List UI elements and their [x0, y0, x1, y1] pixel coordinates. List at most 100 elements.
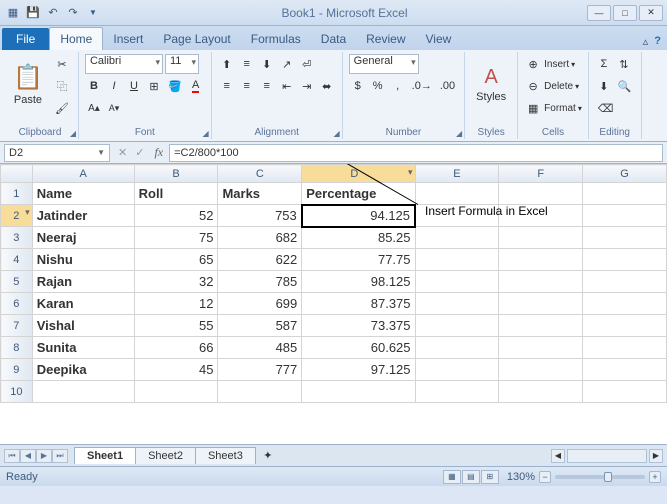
currency-button[interactable]: $	[349, 76, 367, 96]
col-header-B[interactable]: B	[134, 165, 218, 183]
fill-button[interactable]: ⬇	[595, 76, 613, 96]
cell-E4[interactable]	[415, 249, 499, 271]
increase-indent-button[interactable]: ⇥	[298, 76, 316, 96]
new-sheet-button[interactable]: ✦	[259, 446, 277, 466]
view-layout-button[interactable]: ▤	[462, 470, 480, 484]
cell-D7[interactable]: 73.375	[302, 315, 415, 337]
cell-A9[interactable]: Deepika	[32, 359, 134, 381]
cell-F7[interactable]	[499, 315, 583, 337]
cell-B9[interactable]: 45	[134, 359, 218, 381]
cell-F1[interactable]	[499, 183, 583, 205]
cell-G9[interactable]	[583, 359, 667, 381]
sheet-tab-3[interactable]: Sheet3	[195, 447, 256, 464]
zoom-level[interactable]: 130%	[507, 471, 535, 483]
sheet-nav-first-icon[interactable]: ⏮	[4, 449, 20, 463]
cell-D10[interactable]	[302, 381, 415, 403]
border-button[interactable]: ⊞	[145, 76, 163, 96]
tab-review[interactable]: Review	[356, 28, 415, 50]
sheet-nav-next-icon[interactable]: ▶	[36, 449, 52, 463]
font-size-select[interactable]: 11	[165, 54, 199, 74]
cell-C2[interactable]: 753	[218, 205, 302, 227]
decrease-font-icon[interactable]: A▾	[105, 98, 123, 118]
tab-view[interactable]: View	[416, 28, 462, 50]
worksheet-grid[interactable]: ABCDEFG1NameRollMarksPercentage2Jatinder…	[0, 164, 667, 444]
align-right-button[interactable]: ≡	[258, 76, 276, 96]
cell-C10[interactable]	[218, 381, 302, 403]
cell-E8[interactable]	[415, 337, 499, 359]
italic-button[interactable]: I	[105, 76, 123, 96]
undo-icon[interactable]: ↶	[44, 4, 62, 22]
row-header-3[interactable]: 3	[1, 227, 33, 249]
cell-D4[interactable]: 77.75	[302, 249, 415, 271]
cell-C4[interactable]: 622	[218, 249, 302, 271]
formula-input[interactable]: =C2/800*100	[169, 144, 663, 162]
tab-data[interactable]: Data	[311, 28, 356, 50]
qat-dropdown-icon[interactable]: ▼	[84, 4, 102, 22]
format-painter-button[interactable]: 🖌	[52, 98, 72, 118]
bold-button[interactable]: B	[85, 76, 103, 96]
enter-formula-icon[interactable]: ✓	[131, 146, 148, 159]
tab-insert[interactable]: Insert	[103, 28, 153, 50]
col-header-D[interactable]: D	[302, 165, 415, 183]
sheet-tab-1[interactable]: Sheet1	[74, 447, 136, 464]
cell-B10[interactable]	[134, 381, 218, 403]
cell-B5[interactable]: 32	[134, 271, 218, 293]
font-family-select[interactable]: Calibri	[85, 54, 163, 74]
select-all-cell[interactable]	[1, 165, 33, 183]
cell-E5[interactable]	[415, 271, 499, 293]
zoom-in-button[interactable]: +	[649, 471, 661, 483]
col-header-A[interactable]: A	[32, 165, 134, 183]
row-header-9[interactable]: 9	[1, 359, 33, 381]
name-box[interactable]: D2▼	[4, 144, 110, 162]
autosum-button[interactable]: Σ	[595, 54, 613, 74]
fill-color-button[interactable]: 🪣	[165, 76, 185, 96]
align-bottom-button[interactable]: ⬇	[258, 54, 276, 74]
cell-A5[interactable]: Rajan	[32, 271, 134, 293]
ribbon-minimize-icon[interactable]: ▵	[643, 35, 649, 48]
cell-A3[interactable]: Neeraj	[32, 227, 134, 249]
cell-C1[interactable]: Marks	[218, 183, 302, 205]
clear-button[interactable]: ⌫	[595, 98, 617, 118]
hscroll-left-icon[interactable]: ◀	[551, 449, 565, 463]
cell-G2[interactable]	[583, 205, 667, 227]
cell-A1[interactable]: Name	[32, 183, 134, 205]
percent-button[interactable]: %	[369, 76, 387, 96]
row-header-1[interactable]: 1	[1, 183, 33, 205]
cell-C9[interactable]: 777	[218, 359, 302, 381]
col-header-C[interactable]: C	[218, 165, 302, 183]
cell-B8[interactable]: 66	[134, 337, 218, 359]
decrease-indent-button[interactable]: ⇤	[278, 76, 296, 96]
paste-button[interactable]: 📋 Paste	[8, 54, 48, 114]
col-header-G[interactable]: G	[583, 165, 667, 183]
cell-E10[interactable]	[415, 381, 499, 403]
sheet-nav-last-icon[interactable]: ⏭	[52, 449, 68, 463]
cell-C7[interactable]: 587	[218, 315, 302, 337]
sheet-nav-prev-icon[interactable]: ◀	[20, 449, 36, 463]
maximize-button[interactable]: □	[613, 5, 637, 21]
cell-C6[interactable]: 699	[218, 293, 302, 315]
wrap-text-button[interactable]: ⏎	[298, 54, 316, 74]
row-header-5[interactable]: 5	[1, 271, 33, 293]
format-cells-button[interactable]: ▦	[524, 98, 542, 118]
cell-E1[interactable]	[415, 183, 499, 205]
tab-formulas[interactable]: Formulas	[241, 28, 311, 50]
font-launcher-icon[interactable]: ◢	[203, 129, 209, 138]
cell-G10[interactable]	[583, 381, 667, 403]
col-header-E[interactable]: E	[415, 165, 499, 183]
copy-button[interactable]: ⿻	[52, 76, 72, 96]
view-pagebreak-button[interactable]: ⊞	[481, 470, 499, 484]
tab-page-layout[interactable]: Page Layout	[153, 28, 240, 50]
delete-cells-button[interactable]: ⊖	[524, 76, 542, 96]
sort-button[interactable]: ⇅	[615, 54, 633, 74]
comma-button[interactable]: ,	[389, 76, 407, 96]
hscroll-right-icon[interactable]: ▶	[649, 449, 663, 463]
hscroll-track[interactable]	[567, 449, 647, 463]
minimize-button[interactable]: —	[587, 5, 611, 21]
clipboard-launcher-icon[interactable]: ◢	[70, 129, 76, 138]
row-header-4[interactable]: 4	[1, 249, 33, 271]
redo-icon[interactable]: ↷	[64, 4, 82, 22]
row-header-2[interactable]: 2	[1, 205, 33, 227]
cell-G6[interactable]	[583, 293, 667, 315]
increase-decimal-button[interactable]: .0→	[409, 76, 435, 96]
cancel-formula-icon[interactable]: ✕	[114, 146, 131, 159]
